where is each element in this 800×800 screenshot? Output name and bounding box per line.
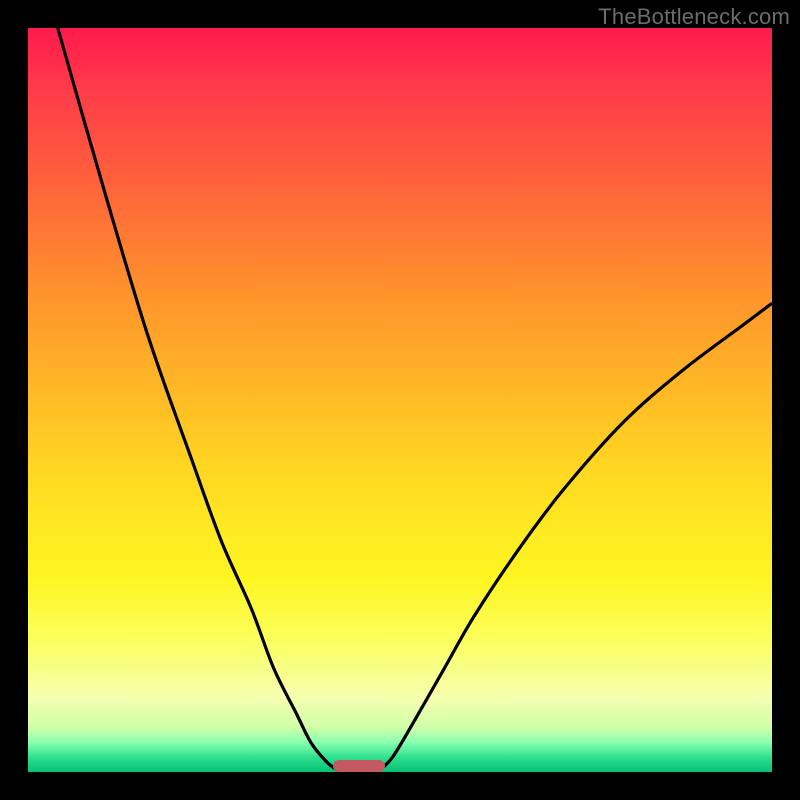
- plot-area: [28, 28, 772, 772]
- right-curve: [378, 303, 772, 772]
- chart-frame: TheBottleneck.com: [0, 0, 800, 800]
- watermark: TheBottleneck.com: [598, 4, 790, 30]
- curve-layer: [28, 28, 772, 772]
- left-curve: [58, 28, 344, 772]
- marker-valley: [333, 760, 385, 772]
